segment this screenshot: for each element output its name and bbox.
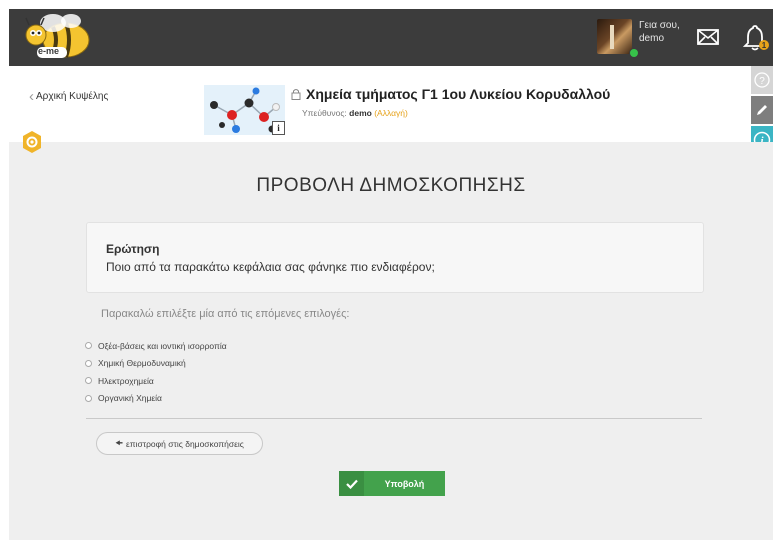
arrow-left-icon: 🠜	[115, 437, 123, 448]
check-icon	[339, 471, 364, 496]
pencil-icon	[757, 105, 767, 115]
option-label: Χημική Θερμοδυναμική	[98, 358, 186, 369]
poll-option[interactable]: Ηλεκτροχημεία	[85, 372, 227, 390]
radio-icon[interactable]	[85, 394, 92, 402]
logo-text: e-me	[38, 46, 60, 56]
edit-button[interactable]	[751, 96, 773, 124]
radio-icon[interactable]	[85, 377, 92, 385]
top-bar: e-me Γεια σου, demo 1	[9, 9, 773, 66]
instruction-text: Παρακαλώ επιλέξτε μία από τις επόμενες ε…	[101, 308, 350, 320]
notification-count: 1	[762, 41, 767, 50]
question-box: Ερώτηση Ποιο από τα παρακάτω κεφάλαια σα…	[86, 222, 704, 293]
submit-button[interactable]: Υποβολή	[339, 471, 445, 496]
poll-content: ΠΡΟΒΟΛΗ ΔΗΜΟΣΚΟΠΗΣΗΣ Ερώτηση Ποιο από τα…	[9, 142, 773, 540]
username: demo	[639, 33, 665, 44]
poll-option[interactable]: Χημική Θερμοδυναμική	[85, 355, 227, 373]
bell-icon[interactable]: 1	[742, 24, 770, 52]
question-text: Ποιο από τα παρακάτω κεφάλαια σας φάνηκε…	[106, 260, 435, 274]
responsible-label: Υπεύθυνος:	[302, 108, 347, 118]
radio-icon[interactable]	[85, 359, 92, 367]
gear-icon[interactable]	[21, 130, 43, 154]
course-title-text: Χημεία τμήματος Γ1 1ου Λυκείου Κορυδαλλο…	[306, 86, 611, 102]
user-greeting[interactable]: Γεια σου, demo	[639, 19, 680, 45]
poll-option[interactable]: Οργανική Χημεία	[85, 390, 227, 408]
back-link-label: Αρχική Κυψέλης	[36, 91, 109, 102]
radio-icon[interactable]	[85, 342, 92, 350]
divider	[86, 418, 702, 419]
change-owner-link[interactable]: (Αλλαγή)	[374, 108, 408, 118]
back-to-home-link[interactable]: ‹ Αρχική Κυψέλης	[29, 87, 109, 105]
mail-icon[interactable]	[696, 26, 720, 48]
course-header: ‹ Αρχική Κυψέλης i Χημεία τμήματος Γ1 1ο…	[9, 66, 749, 142]
submit-label: Υποβολή	[384, 478, 425, 489]
greeting-line: Γεια σου,	[639, 20, 680, 31]
chevron-left-icon: ‹	[29, 87, 34, 105]
page-title: ΠΡΟΒΟΛΗ ΔΗΜΟΣΚΟΠΗΣΗΣ	[256, 175, 526, 196]
user-avatar[interactable]	[597, 19, 632, 54]
back-to-polls-button[interactable]: 🠜 επιστροφή στις δημοσκοπήσεις	[96, 432, 263, 455]
online-status-dot	[629, 48, 639, 58]
option-label: Ηλεκτροχημεία	[98, 375, 154, 386]
option-label: Οξέα-βάσεις και ιοντική ισορροπία	[98, 340, 227, 351]
responsible-line: Υπεύθυνος: demo (Αλλαγή)	[302, 108, 408, 118]
help-button[interactable]: ?	[751, 66, 773, 94]
help-icon: ?	[754, 72, 770, 88]
question-label: Ερώτηση	[106, 242, 160, 256]
svg-text:?: ?	[759, 76, 765, 87]
course-image[interactable]: i	[204, 85, 285, 135]
responsible-name: demo	[349, 108, 372, 118]
back-to-polls-label: επιστροφή στις δημοσκοπήσεις	[125, 438, 244, 449]
course-title: Χημεία τμήματος Γ1 1ου Λυκείου Κορυδαλλο…	[291, 86, 610, 102]
poll-options: Οξέα-βάσεις και ιοντική ισορροπία Χημική…	[85, 337, 227, 407]
poll-option[interactable]: Οξέα-βάσεις και ιοντική ισορροπία	[85, 337, 227, 355]
image-info-badge[interactable]: i	[272, 121, 285, 135]
option-label: Οργανική Χημεία	[98, 393, 162, 404]
lock-icon	[291, 89, 301, 100]
